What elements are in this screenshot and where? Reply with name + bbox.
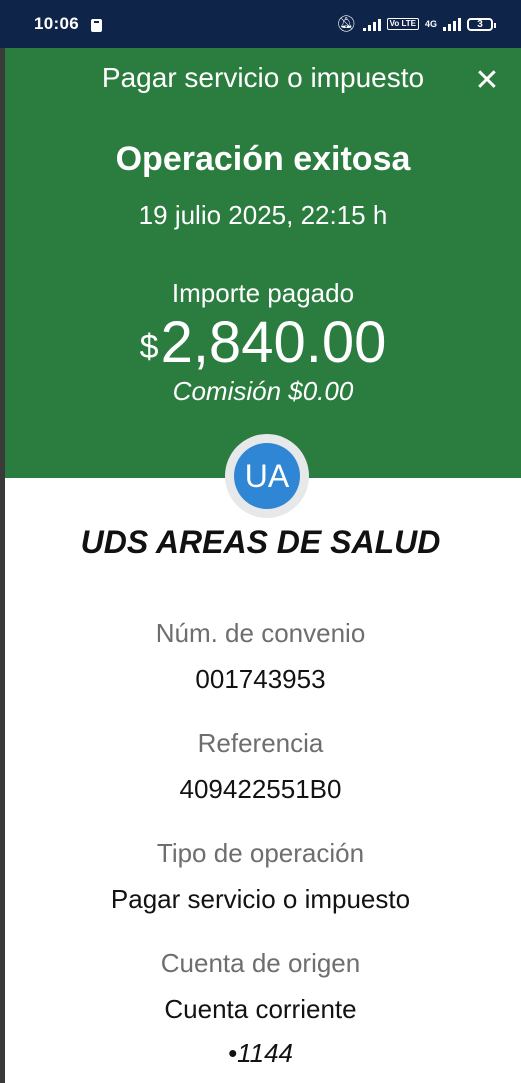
amount-value: 2,840.00 — [160, 310, 387, 375]
close-icon[interactable]: ✕ — [469, 62, 505, 98]
battery-icon: 3 — [467, 17, 496, 31]
signal-bars-icon — [362, 17, 381, 31]
paid-amount: $2,840.00 — [5, 310, 521, 376]
notification-app-icon — [90, 18, 102, 32]
convenio-label: Núm. de convenio — [155, 618, 366, 648]
success-header: Pagar servicio o impuesto ✕ Operación ex… — [5, 48, 521, 478]
cuenta-origen-value: Cuenta corriente — [164, 994, 357, 1024]
cuenta-origen-label: Cuenta de origen — [160, 948, 361, 978]
page-title: Pagar servicio o impuesto — [101, 62, 425, 93]
currency-symbol: $ — [139, 328, 159, 366]
convenio-value: 001743953 — [195, 664, 326, 694]
tipo-operacion-value: Pagar servicio o impuesto — [110, 884, 411, 914]
operation-datetime: 19 julio 2025, 22:15 h — [138, 200, 388, 230]
operation-status: Operación exitosa — [115, 140, 411, 178]
avatar: UA — [234, 443, 300, 509]
merchant-avatar: UA — [225, 434, 309, 518]
tipo-operacion-label: Tipo de operación — [156, 838, 365, 868]
amount-label: Importe pagado — [171, 278, 355, 308]
status-bar: 10:06 🔕︎ Vo LTE 4G 3 — [0, 0, 521, 48]
cuenta-number: •1144 — [227, 1038, 293, 1068]
referencia-label: Referencia — [197, 728, 324, 758]
network-type-label: 4G — [424, 18, 437, 29]
status-icons: 🔕︎ Vo LTE 4G 3 — [336, 14, 496, 34]
volte-icon: Vo LTE — [386, 18, 419, 30]
commission: Comisión $0.00 — [172, 376, 354, 406]
referencia-value: 409422551B0 — [179, 774, 342, 804]
status-time: 10:06 — [34, 14, 79, 33]
merchant-name: UDS AREAS DE SALUD — [80, 524, 441, 560]
bell-off-icon: 🔕︎ — [336, 16, 357, 33]
signal-bars-icon-2 — [443, 17, 461, 31]
